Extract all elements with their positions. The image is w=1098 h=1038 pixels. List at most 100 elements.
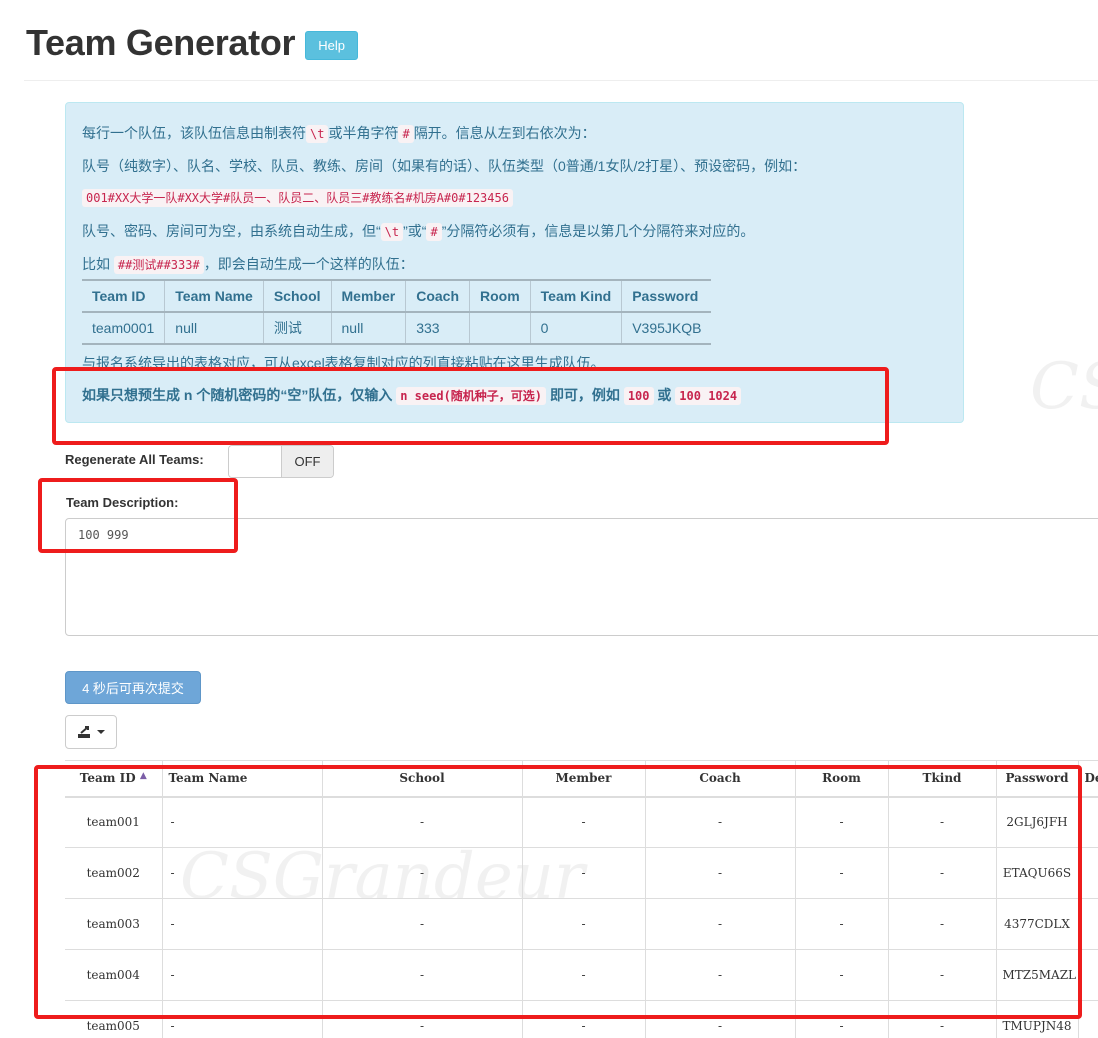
code-example-100-1024: 100 1024 <box>675 387 742 405</box>
column-header-member[interactable]: Member <box>521 760 645 798</box>
column-header-room[interactable]: Room <box>794 760 888 798</box>
teams-table-header: Team ID ▲ Team Name School Member Coach … <box>65 760 1098 798</box>
code-hash: # <box>426 223 442 241</box>
cell: null <box>330 312 406 344</box>
text: 隔开。信息从左到右依次为： <box>413 125 596 141</box>
instruction-line-2: 队号（纯数字）、队名、学校、队员、教练、房间（如果有的话）、队伍类型（0普通/1… <box>82 158 807 174</box>
room-cell: - <box>794 796 888 848</box>
team-name-cell: - <box>161 847 322 899</box>
column-header-coach[interactable]: Coach <box>644 760 795 798</box>
extra-cell <box>1077 1000 1098 1038</box>
column-header: Team ID <box>82 280 165 313</box>
column-header-school[interactable]: School <box>321 760 522 798</box>
coach-cell: - <box>644 898 795 950</box>
team-description-label: Team Description: <box>66 495 179 510</box>
column-header: Room <box>469 280 531 313</box>
regenerate-label: Regenerate All Teams: <box>65 452 204 467</box>
text: 队号、密码、房间可为空，由系统自动生成，但“ <box>82 223 381 239</box>
text: 或 <box>657 387 672 403</box>
teams-table: Team ID ▲ Team Name School Member Coach … <box>65 760 1098 1038</box>
submit-button[interactable]: 4 秒后可再次提交 <box>65 671 201 704</box>
text: 即可，例如 <box>549 387 620 403</box>
cell: team0001 <box>92 320 155 336</box>
tkind-cell: - <box>887 847 996 899</box>
text: 比如 <box>82 256 110 272</box>
code-seed: n seed(随机种子，可选) <box>396 387 547 405</box>
example-table-header: Team ID Team Name School Member Coach Ro… <box>82 280 712 313</box>
code-example-100: 100 <box>623 387 654 405</box>
sort-asc-icon: ▲ <box>139 771 147 782</box>
member-cell: - <box>521 898 645 950</box>
column-header-team-name[interactable]: Team Name <box>161 760 322 798</box>
table-row[interactable]: team002 - - - - - - ETAQU66S <box>65 847 1098 899</box>
column-header: School <box>262 280 332 313</box>
page-title: Team Generator <box>26 22 296 63</box>
school-cell: - <box>321 796 522 848</box>
extra-cell <box>1077 898 1098 950</box>
coach-cell: - <box>644 847 795 899</box>
column-header-de[interactable]: De <box>1077 760 1098 798</box>
tkind-cell: - <box>887 1000 996 1038</box>
school-cell: - <box>321 847 522 899</box>
coach-cell: - <box>644 949 795 1001</box>
school-cell: - <box>321 949 522 1001</box>
text: 如果只想预生成 n 个随机密码的“空”队伍，仅输入 <box>82 387 393 403</box>
regenerate-toggle[interactable]: OFF <box>228 445 334 478</box>
instruction-line-7: 如果只想预生成 n 个随机密码的“空”队伍，仅输入 n seed(随机种子，可选… <box>82 385 742 405</box>
text: ”或“ <box>403 223 427 239</box>
cell: V395JKQB <box>621 312 712 344</box>
code-hash: # <box>398 125 414 143</box>
extra-cell <box>1077 847 1098 899</box>
teams-table-container: Team ID ▲ Team Name School Member Coach … <box>65 760 1098 1038</box>
column-header-tkind[interactable]: Tkind <box>887 760 996 798</box>
team-description-textarea[interactable]: 100 999 <box>65 518 1098 636</box>
toggle-off-label[interactable]: OFF <box>281 446 333 477</box>
export-dropdown-button[interactable] <box>65 715 117 749</box>
example-table-row: team0001 null 测试 null 333 0 V395JKQB <box>82 312 712 344</box>
column-header-password[interactable]: Password <box>995 760 1078 798</box>
page-header: Team Generator Help <box>26 20 358 66</box>
column-header: Team Kind <box>529 280 622 313</box>
instruction-line-1: 每行一个队伍，该队伍信息由制表符 \t 或半角字符 # 隔开。信息从左到右依次为： <box>82 123 596 143</box>
instruction-line-6: 与报名系统导出的表格对应，可从excel表格复制对应的列直接粘贴在这里生成队伍。 <box>82 355 605 371</box>
team-id-cell: team002 <box>65 847 162 899</box>
text: 每行一个队伍，该队伍信息由制表符 <box>82 125 306 141</box>
cell: null <box>164 312 264 344</box>
coach-cell: - <box>644 1000 795 1038</box>
instruction-line-5: 比如 ##测试##333# ，即会自动生成一个这样的队伍： <box>82 254 414 274</box>
cell: 0 <box>529 312 622 344</box>
tkind-cell: - <box>887 949 996 1001</box>
example-short-code: ##测试##333# <box>113 256 204 274</box>
header-label: Team ID <box>79 771 136 786</box>
password-cell: ETAQU66S <box>995 847 1078 899</box>
column-header: Member <box>330 280 406 313</box>
coach-cell: - <box>644 796 795 848</box>
text: ，即会自动生成一个这样的队伍： <box>203 256 414 272</box>
member-cell: - <box>521 847 645 899</box>
team-name-cell: - <box>161 1000 322 1038</box>
help-button[interactable]: Help <box>305 30 358 60</box>
table-row[interactable]: team004 - - - - - - MTZ5MAZL <box>65 949 1098 1001</box>
school-cell: - <box>321 898 522 950</box>
code-tab: \t <box>380 223 404 241</box>
password-cell: TMUPJN48 <box>995 1000 1078 1038</box>
table-row[interactable]: team005 - - - - - - TMUPJN48 <box>65 1000 1098 1038</box>
table-row[interactable]: team001 - - - - - - 2GLJ6JFH <box>65 796 1098 848</box>
example-team-table: Team ID Team Name School Member Coach Ro… <box>82 279 712 345</box>
table-row[interactable]: team003 - - - - - - 4377CDLX <box>65 898 1098 950</box>
column-header-team-id[interactable]: Team ID ▲ <box>65 760 162 798</box>
column-header: Team Name <box>164 280 264 313</box>
extra-cell <box>1077 796 1098 848</box>
caret-down-icon <box>97 730 105 734</box>
password-cell: 2GLJ6JFH <box>995 796 1078 848</box>
member-cell: - <box>521 796 645 848</box>
room-cell: - <box>794 898 888 950</box>
toggle-on-side[interactable] <box>229 446 281 477</box>
instruction-line-4: 队号、密码、房间可为空，由系统自动生成，但“ \t ”或“ # ”分隔符必须有，信息是以… <box>82 221 754 241</box>
watermark-text-right: CS <box>1030 350 1098 424</box>
team-name-cell: - <box>161 898 322 950</box>
password-cell: MTZ5MAZL <box>995 949 1078 1001</box>
tkind-cell: - <box>887 796 996 848</box>
instruction-line-3: 001#XX大学一队#XX大学#队员一、队员二、队员三#教练名#机房A#0#12… <box>82 189 513 207</box>
room-cell: - <box>794 847 888 899</box>
